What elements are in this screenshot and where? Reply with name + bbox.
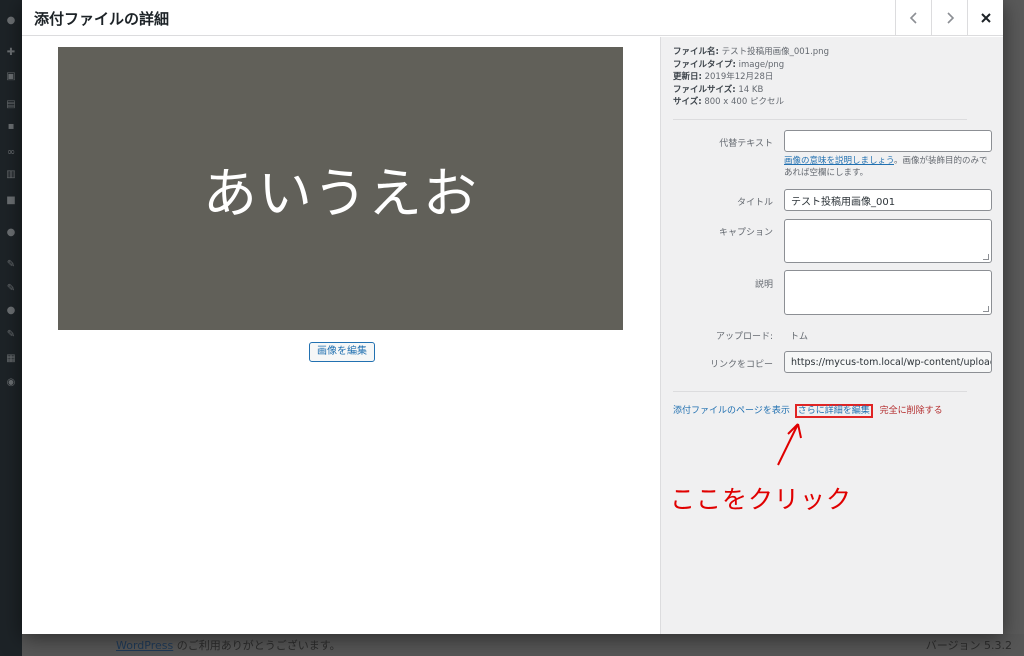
alt-text-help: 画像の意味を説明しましょう。画像が装飾目的のみであれば空欄にします。	[784, 155, 994, 179]
dimensions-value: 800 x 400 ピクセル	[704, 97, 784, 107]
description-label: 説明	[754, 280, 773, 290]
file-name-value: テスト投稿用画像_001.png	[721, 47, 829, 57]
image-preview: あいうえお	[58, 47, 623, 330]
edit-image-button[interactable]: 画像を編集	[309, 342, 375, 362]
resize-handle-icon[interactable]	[983, 254, 989, 260]
delete-permanently-link[interactable]: 完全に削除する	[880, 406, 943, 416]
file-info-row: ファイル名: テスト投稿用画像_001.png	[673, 46, 829, 59]
caption-label: キャプション	[718, 228, 773, 238]
attachment-details-pane: ファイル名: テスト投稿用画像_001.png ファイルタイプ: image/p…	[660, 37, 1003, 634]
admin-footer: WordPress のご利用ありがとうございます。 バージョン 5.3.2	[22, 634, 1024, 656]
alt-text-label: 代替テキスト	[719, 139, 773, 149]
annotation-text: ここをクリック	[670, 485, 853, 514]
file-info-row: ファイルタイプ: image/png	[673, 59, 829, 72]
title-input[interactable]: テスト投稿用画像_001	[784, 189, 992, 211]
image-preview-pane: あいうえお 画像を編集	[22, 37, 660, 634]
comments-icon[interactable]: ■	[5, 196, 17, 206]
chevron-right-icon	[946, 12, 954, 24]
modal-header: 添付ファイルの詳細	[22, 0, 1003, 36]
file-size-value: 14 KB	[738, 84, 764, 95]
attachment-details-modal: 添付ファイルの詳細 あいうえお 画像を編集 ファイル名: テスト投稿用画像_00…	[22, 0, 1003, 634]
pages-icon[interactable]: ▥	[5, 170, 17, 180]
wordpress-link[interactable]: WordPress	[116, 639, 173, 652]
chevron-left-icon	[909, 12, 917, 24]
comment-icon[interactable]: ▪	[5, 122, 17, 132]
footer-thanks-text: のご利用ありがとうございます。	[173, 639, 341, 652]
file-size-label: ファイルサイズ:	[673, 84, 736, 95]
uploaded-by-value: トム	[790, 332, 809, 342]
description-textarea[interactable]	[784, 270, 992, 315]
pin-icon[interactable]: ✚	[5, 48, 17, 58]
previous-button[interactable]	[895, 0, 931, 36]
appearance-icon[interactable]: ●	[5, 228, 17, 238]
file-type-label: ファイルタイプ:	[673, 59, 736, 70]
updated-date-label: 更新日:	[673, 72, 702, 82]
file-info-row: サイズ: 800 x 400 ピクセル	[673, 96, 829, 109]
tools-icon[interactable]: ✎	[5, 284, 17, 294]
file-info: ファイル名: テスト投稿用画像_001.png ファイルタイプ: image/p…	[673, 46, 829, 109]
caption-textarea[interactable]	[784, 219, 992, 263]
footer-thanks: WordPress のご利用ありがとうございます。	[116, 637, 341, 653]
file-name-label: ファイル名:	[673, 47, 719, 57]
copy-link-input[interactable]: https://mycus-tom.local/wp-content/uploa…	[784, 351, 992, 373]
admin-sidebar: ● ✚ ▣ ▤ ▪ ∞ ▥ ■ ● ✎ ✎ ● ✎ ▦ ◉	[0, 0, 22, 656]
dimensions-label: サイズ:	[673, 97, 702, 107]
settings-icon[interactable]: ▦	[5, 354, 17, 364]
alt-text-help-link[interactable]: 画像の意味を説明しましょう	[784, 156, 894, 166]
updated-date-value: 2019年12月28日	[704, 72, 774, 82]
link-icon[interactable]: ∞	[5, 148, 17, 158]
dashboard-icon[interactable]: ●	[5, 16, 17, 26]
annotation-arrow-icon	[777, 423, 802, 466]
uploaded-by-label: アップロード:	[715, 332, 773, 342]
close-button[interactable]	[967, 0, 1003, 36]
footer-version: バージョン 5.3.2	[925, 639, 1012, 652]
alt-text-input[interactable]	[784, 130, 992, 152]
edit-more-details-link[interactable]: さらに詳細を編集	[794, 404, 873, 418]
users-icon[interactable]: ●	[5, 306, 17, 316]
divider	[673, 391, 967, 392]
file-info-row: ファイルサイズ: 14 KB	[673, 84, 829, 97]
collapse-icon[interactable]: ◉	[5, 378, 17, 388]
divider	[673, 119, 967, 120]
file-info-row: 更新日: 2019年12月28日	[673, 71, 829, 84]
image-preview-text: あいうえお	[203, 162, 478, 225]
page-icon[interactable]: ▤	[5, 100, 17, 110]
next-button[interactable]	[931, 0, 967, 36]
file-type-value: image/png	[738, 59, 785, 70]
close-icon	[980, 13, 991, 23]
attachment-actions: 添付ファイルのページを表示 さらに詳細を編集 完全に削除する	[673, 403, 943, 418]
copy-link-label: リンクをコピー	[709, 360, 773, 370]
resize-handle-icon[interactable]	[983, 306, 989, 312]
plugins-icon[interactable]: ✎	[5, 260, 17, 270]
modal-title: 添付ファイルの詳細	[34, 10, 170, 28]
wrench-icon[interactable]: ✎	[5, 330, 17, 340]
view-attachment-page-link[interactable]: 添付ファイルのページを表示	[673, 406, 790, 416]
title-label: タイトル	[736, 198, 773, 208]
media-icon[interactable]: ▣	[5, 72, 17, 82]
